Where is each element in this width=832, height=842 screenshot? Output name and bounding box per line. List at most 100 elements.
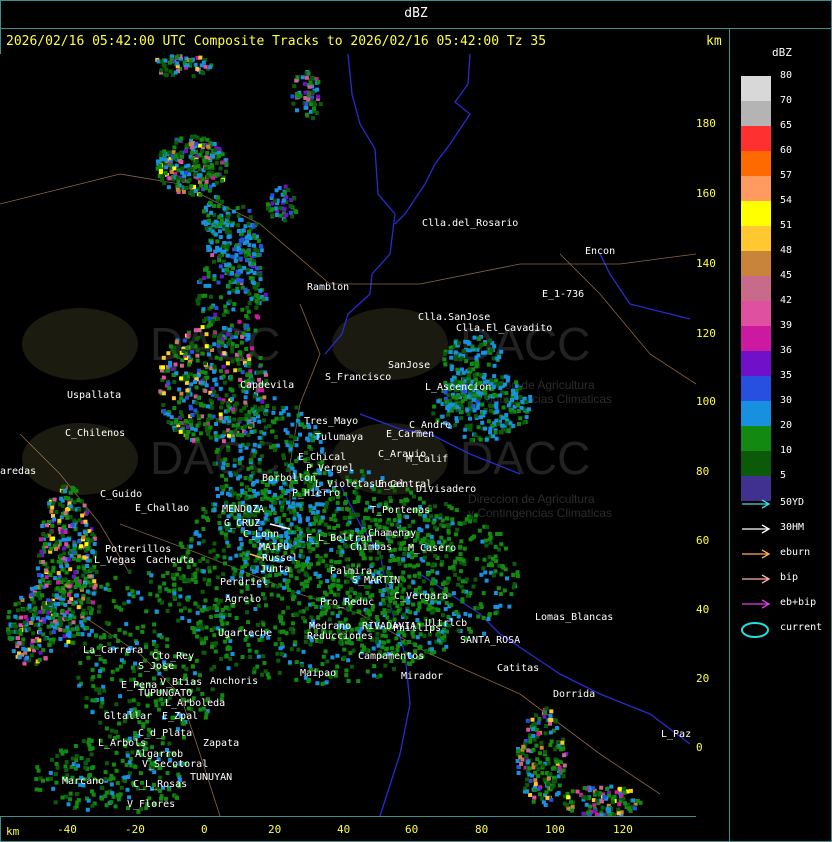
place-label: Campamentos bbox=[358, 651, 424, 662]
radar-echo-cell bbox=[100, 697, 105, 702]
radar-echo-cell bbox=[425, 572, 430, 577]
radar-echo-cell bbox=[379, 555, 384, 560]
radar-echo-cell bbox=[172, 166, 177, 171]
radar-echo-cell bbox=[195, 610, 200, 615]
radar-echo-cell bbox=[279, 629, 284, 634]
place-label: E_Central bbox=[378, 479, 432, 490]
radar-echo-cell bbox=[246, 309, 251, 314]
radar-echo-cell bbox=[289, 522, 294, 527]
radar-echo-cell bbox=[422, 555, 427, 560]
radar-echo-cell bbox=[311, 116, 316, 121]
radar-echo-cell bbox=[193, 165, 197, 170]
radar-map-svg: DACC DACC DACC DACC Direccion de Agricul… bbox=[0, 52, 697, 818]
radar-echo-cell bbox=[84, 542, 89, 547]
radar-echo-cell bbox=[426, 518, 431, 523]
radar-echo-cell bbox=[223, 561, 227, 566]
radar-echo-cell bbox=[266, 675, 271, 680]
radar-echo-cell bbox=[503, 382, 507, 387]
radar-echo-cell bbox=[193, 601, 198, 606]
radar-echo-cell bbox=[557, 783, 562, 788]
radar-echo-cell bbox=[222, 555, 227, 560]
radar-echo-cell bbox=[41, 648, 46, 653]
radar-echo-cell bbox=[161, 391, 166, 396]
radar-echo-cell bbox=[305, 517, 310, 522]
radar-echo-cell bbox=[220, 485, 225, 489]
radar-map[interactable]: DACC DACC DACC DACC Direccion de Agricul… bbox=[0, 52, 697, 818]
radar-echo-cell bbox=[528, 778, 533, 783]
radar-echo-cell bbox=[356, 679, 361, 684]
radar-echo-cell bbox=[281, 610, 286, 615]
radar-echo-cell bbox=[451, 564, 456, 569]
radar-echo-cell bbox=[459, 356, 464, 361]
radar-echo-cell bbox=[356, 609, 361, 614]
radar-echo-cell bbox=[318, 102, 323, 107]
radar-echo-cell bbox=[79, 544, 83, 549]
radar-echo-cell bbox=[203, 293, 208, 298]
radar-echo-cell bbox=[193, 328, 198, 333]
radar-echo-cell bbox=[37, 573, 41, 577]
radar-echo-cell bbox=[561, 746, 566, 751]
radar-echo-cell bbox=[489, 348, 494, 353]
radar-echo-cell bbox=[220, 491, 225, 496]
radar-echo-cell bbox=[407, 574, 412, 579]
radar-echo-cell bbox=[77, 532, 82, 537]
radar-echo-cell bbox=[303, 90, 308, 95]
radar-echo-cell bbox=[342, 655, 347, 660]
radar-echo-cell bbox=[335, 583, 340, 588]
radar-echo-cell bbox=[306, 97, 311, 102]
place-label: C_Guido bbox=[100, 489, 142, 500]
x-tick-label: -40 bbox=[57, 823, 77, 836]
radar-echo-cell bbox=[306, 556, 311, 561]
x-tick-label: 100 bbox=[545, 823, 565, 836]
radar-echo-cell bbox=[453, 559, 458, 564]
dacc-subtitle: y Contingencias Climaticas bbox=[468, 506, 612, 520]
radar-echo-cell bbox=[221, 548, 226, 553]
radar-echo-cell bbox=[273, 198, 278, 203]
radar-echo-cell bbox=[230, 223, 235, 228]
radar-echo-cell bbox=[239, 417, 244, 421]
radar-echo-cell bbox=[50, 505, 55, 510]
radar-echo-cell bbox=[247, 229, 251, 234]
radar-echo-cell bbox=[292, 516, 297, 521]
radar-echo-cell bbox=[464, 424, 469, 429]
radar-echo-cell bbox=[77, 518, 82, 523]
radar-echo-cell bbox=[327, 525, 332, 530]
radar-echo-cell bbox=[288, 440, 293, 445]
radar-echo-cell bbox=[362, 522, 366, 527]
radar-echo-cell bbox=[468, 519, 473, 524]
radar-echo-cell bbox=[17, 654, 22, 659]
radar-echo-cell bbox=[493, 569, 498, 574]
radar-echo-cell bbox=[515, 759, 520, 763]
radar-echo-cell bbox=[232, 572, 237, 577]
radar-echo-cell bbox=[491, 384, 496, 389]
radar-echo-cell bbox=[325, 501, 330, 505]
radar-echo-cell bbox=[180, 166, 185, 171]
radar-echo-cell bbox=[477, 336, 482, 341]
radar-echo-cell bbox=[184, 149, 188, 154]
radar-echo-cell bbox=[35, 765, 40, 770]
radar-echo-cell bbox=[518, 395, 523, 400]
radar-echo-cell bbox=[558, 760, 563, 765]
radar-echo-cell bbox=[226, 401, 231, 406]
radar-echo-cell bbox=[279, 534, 284, 539]
radar-echo-cell bbox=[493, 545, 498, 549]
radar-echo-cell bbox=[230, 341, 235, 346]
radar-echo-cell bbox=[201, 527, 206, 531]
radar-echo-cell bbox=[85, 558, 90, 563]
radar-echo-cell bbox=[161, 355, 166, 360]
radar-echo-cell bbox=[549, 797, 554, 802]
radar-echo-cell bbox=[291, 597, 295, 602]
radar-echo-cell bbox=[223, 457, 228, 462]
legend-swatch bbox=[741, 351, 771, 376]
radar-echo-cell bbox=[294, 537, 298, 542]
radar-echo-cell bbox=[324, 504, 328, 509]
radar-echo-cell bbox=[208, 398, 213, 403]
radar-echo-cell bbox=[382, 640, 386, 645]
radar-echo-cell bbox=[82, 555, 87, 560]
radar-echo-cell bbox=[209, 240, 214, 245]
radar-echo-cell bbox=[255, 253, 260, 258]
radar-echo-cell bbox=[72, 500, 77, 505]
radar-echo-cell bbox=[309, 102, 313, 107]
radar-echo-cell bbox=[64, 537, 69, 542]
radar-echo-cell bbox=[16, 636, 20, 641]
